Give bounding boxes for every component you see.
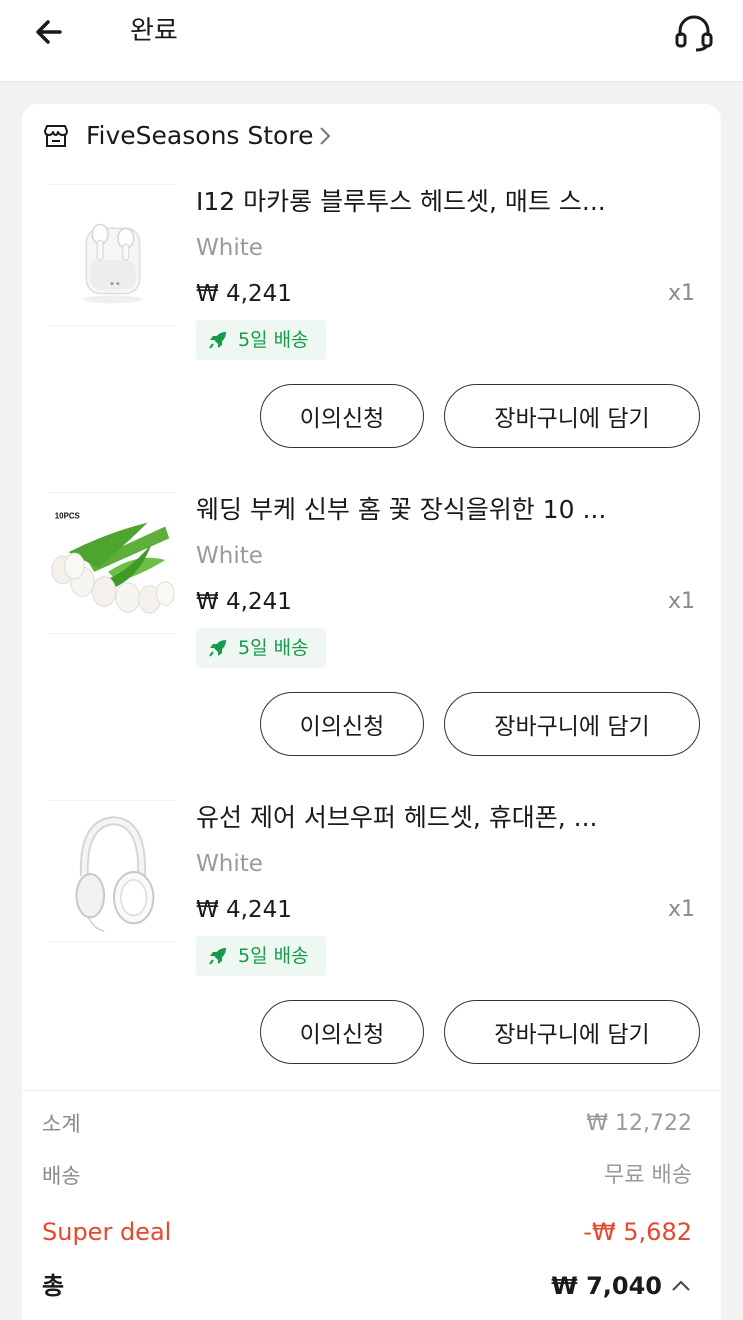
product-price: ₩ 4,241 bbox=[196, 589, 292, 615]
order-card: FiveSeasons Store I12 마카롱 블루투스 헤드셋, 매트 스… bbox=[22, 104, 721, 1320]
total-value: ₩ 7,040 bbox=[551, 1272, 662, 1300]
product-variant: White bbox=[196, 235, 263, 261]
order-item: I12 마카롱 블루투스 헤드셋, 매트 스... White ₩ 4,241 … bbox=[22, 184, 721, 484]
subtotal-label: 소계 bbox=[42, 1112, 81, 1136]
order-item: 10PCS 웨딩 부케 신부 홈 꽃 장식을위한 10 ... White ₩ … bbox=[22, 492, 721, 792]
subtotal-row: 소계 ₩ 12,722 bbox=[42, 1104, 692, 1144]
product-quantity: x1 bbox=[668, 897, 696, 922]
total-row[interactable]: 총 ₩ 7,040 bbox=[42, 1266, 692, 1306]
shipping-badge: 5일 배송 bbox=[196, 320, 326, 360]
rocket-icon bbox=[209, 948, 226, 965]
top-bar: 완료 bbox=[0, 0, 743, 82]
store-icon bbox=[44, 125, 68, 147]
product-image[interactable] bbox=[48, 800, 176, 942]
shipping-badge: 5일 배송 bbox=[196, 936, 326, 976]
headphones-image bbox=[48, 801, 176, 941]
tulip-bouquet-image: 10PCS bbox=[48, 493, 176, 633]
headset-icon bbox=[675, 15, 713, 52]
dispute-button[interactable]: 이의신청 bbox=[260, 384, 424, 448]
add-to-cart-button[interactable]: 장바구니에 담기 bbox=[444, 692, 700, 756]
shipping-badge: 5일 배송 bbox=[196, 628, 326, 668]
shipping-text: 5일 배송 bbox=[238, 329, 309, 351]
shipping-text: 5일 배송 bbox=[238, 637, 309, 659]
store-header[interactable]: FiveSeasons Store bbox=[42, 118, 333, 154]
product-title[interactable]: 웨딩 부케 신부 홈 꽃 장식을위한 10 ... bbox=[196, 492, 701, 528]
add-to-cart-button[interactable]: 장바구니에 담기 bbox=[444, 384, 700, 448]
total-label: 총 bbox=[42, 1272, 65, 1300]
product-title[interactable]: I12 마카롱 블루투스 헤드셋, 매트 스... bbox=[196, 184, 701, 220]
shipping-text: 5일 배송 bbox=[238, 945, 309, 967]
product-quantity: x1 bbox=[668, 281, 696, 306]
super-deal-label: Super deal bbox=[42, 1218, 172, 1246]
rocket-icon bbox=[209, 332, 226, 349]
product-price: ₩ 4,241 bbox=[196, 281, 292, 307]
product-image[interactable] bbox=[48, 184, 176, 326]
shipping-label: 배송 bbox=[42, 1164, 81, 1188]
dispute-button[interactable]: 이의신청 bbox=[260, 692, 424, 756]
earbuds-image bbox=[48, 185, 176, 325]
arrow-left-icon bbox=[36, 20, 62, 44]
product-title[interactable]: 유선 제어 서브우퍼 헤드셋, 휴대폰, ... bbox=[196, 800, 701, 836]
super-deal-value: -₩ 5,682 bbox=[583, 1218, 692, 1246]
chevron-right-icon bbox=[320, 127, 331, 145]
order-item: 유선 제어 서브우퍼 헤드셋, 휴대폰, ... White ₩ 4,241 x… bbox=[22, 800, 721, 1100]
rocket-icon bbox=[209, 640, 226, 657]
super-deal-row: Super deal -₩ 5,682 bbox=[42, 1212, 692, 1252]
dispute-button[interactable]: 이의신청 bbox=[260, 1000, 424, 1064]
back-button[interactable] bbox=[30, 14, 70, 54]
store-name: FiveSeasons Store bbox=[86, 121, 314, 150]
product-image[interactable]: 10PCS bbox=[48, 492, 176, 634]
support-button[interactable] bbox=[672, 12, 716, 54]
page-title: 완료 bbox=[130, 16, 178, 46]
product-quantity: x1 bbox=[668, 589, 696, 614]
shipping-value: 무료 배송 bbox=[604, 1163, 692, 1188]
product-price: ₩ 4,241 bbox=[196, 897, 292, 923]
product-variant: White bbox=[196, 543, 263, 569]
subtotal-value: ₩ 12,722 bbox=[586, 1111, 692, 1136]
product-variant: White bbox=[196, 851, 263, 877]
add-to-cart-button[interactable]: 장바구니에 담기 bbox=[444, 1000, 700, 1064]
summary-divider bbox=[22, 1090, 721, 1091]
chevron-up-icon[interactable] bbox=[670, 1276, 692, 1294]
shipping-row: 배송 무료 배송 bbox=[42, 1156, 692, 1196]
thumb-badge: 10PCS bbox=[55, 512, 80, 521]
